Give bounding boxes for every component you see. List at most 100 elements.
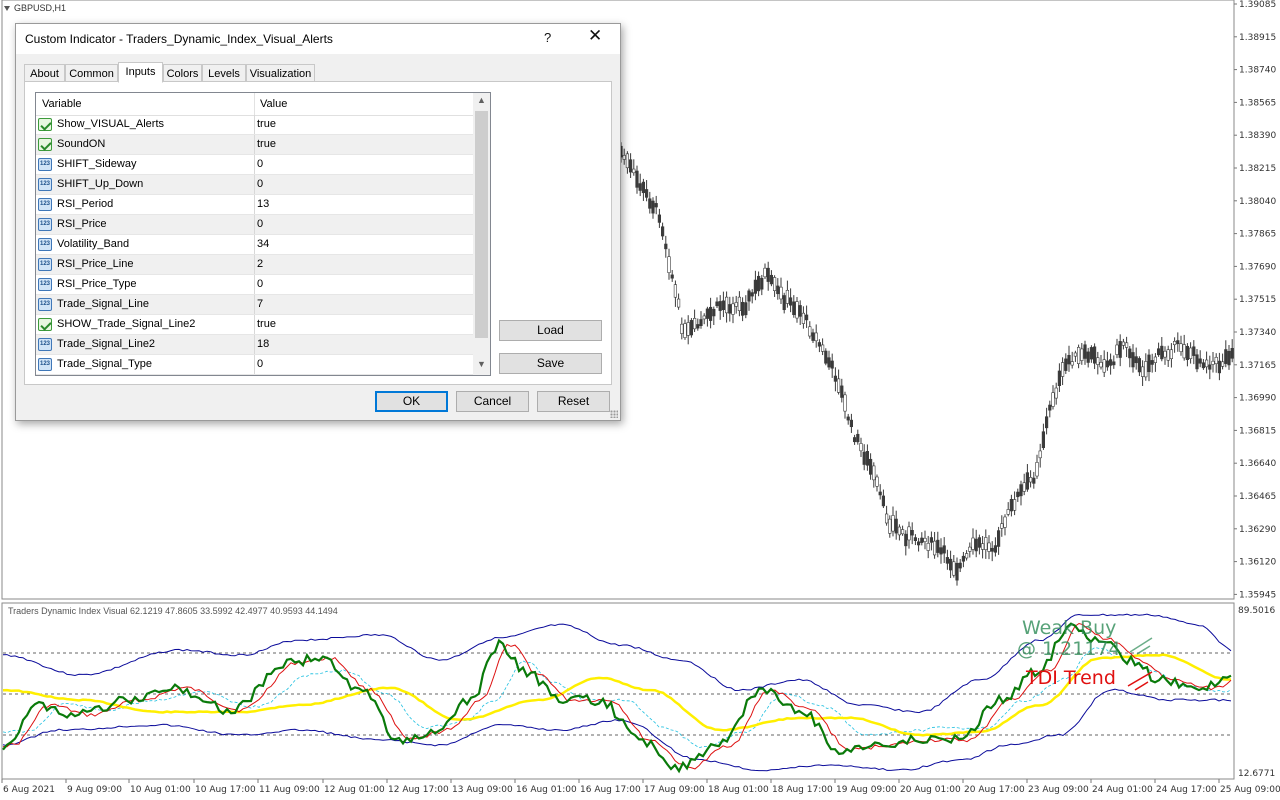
inputs-grid[interactable]: Variable Value Show_VISUAL_Alerts true Sou…	[35, 92, 491, 376]
column-header-variable[interactable]: Variable	[42, 98, 82, 110]
candle-body	[798, 305, 802, 317]
help-button[interactable]: ?	[544, 30, 551, 45]
candle-body	[961, 555, 965, 562]
tab-common[interactable]: Common	[65, 64, 118, 82]
save-button[interactable]: Save	[499, 353, 602, 374]
candle-body	[1006, 509, 1010, 515]
candle-body	[964, 553, 969, 559]
param-value[interactable]: true	[257, 318, 276, 330]
column-divider[interactable]	[254, 93, 255, 115]
candle-body	[955, 562, 959, 581]
price-label: 1.37340	[1239, 328, 1276, 338]
candle-body	[1012, 499, 1017, 511]
grid-header: Variable Value	[36, 93, 473, 116]
candle-body	[638, 183, 642, 191]
candle-body	[1131, 352, 1135, 368]
input-row[interactable]: 123 RSI_Period 13	[36, 195, 473, 215]
tab-about[interactable]: About	[24, 64, 65, 82]
resize-grip-icon[interactable]	[610, 410, 618, 418]
close-icon[interactable]: ✕	[588, 26, 602, 46]
numeric-param-icon: 123	[38, 358, 52, 371]
input-row[interactable]: SHOW_Trade_Signal_Line2 true	[36, 315, 473, 335]
numeric-param-icon: 123	[38, 338, 52, 351]
candle-body	[622, 155, 626, 160]
time-label: 19 Aug 09:00	[836, 785, 897, 795]
candle-body	[1214, 356, 1218, 364]
param-value[interactable]: 34	[257, 238, 269, 250]
param-value[interactable]: 7	[257, 298, 263, 310]
input-row[interactable]: 123 Volatility_Band 34	[36, 235, 473, 255]
candle-body	[977, 537, 981, 548]
candle-body	[1141, 366, 1145, 377]
tab-colors[interactable]: Colors	[163, 64, 202, 82]
param-value[interactable]: 2	[257, 258, 263, 270]
scroll-down-icon[interactable]: ▼	[476, 359, 487, 373]
cancel-button[interactable]: Cancel	[456, 391, 529, 412]
candle-body	[1048, 404, 1052, 411]
candle-body	[1230, 347, 1234, 359]
input-row[interactable]: 123 RSI_Price_Line 2	[36, 255, 473, 275]
dialog-titlebar[interactable]: Custom Indicator - Traders_Dynamic_Index…	[16, 24, 620, 54]
param-name: Trade_Signal_Type	[57, 358, 152, 370]
numeric-param-icon: 123	[38, 218, 52, 231]
load-button[interactable]: Load	[499, 320, 602, 341]
price-label: 1.36990	[1239, 394, 1276, 404]
input-row[interactable]: 123 Trade_Signal_Line 7	[36, 295, 473, 315]
scroll-up-icon[interactable]: ▲	[476, 95, 487, 109]
candle-body	[1182, 344, 1186, 359]
scrollbar-thumb[interactable]	[475, 111, 488, 338]
candle-body	[772, 277, 777, 291]
cell-divider	[254, 315, 255, 335]
cell-divider	[254, 335, 255, 355]
input-row[interactable]: 123 RSI_Price_Type 0	[36, 275, 473, 295]
input-row[interactable]: 123 RSI_Price 0	[36, 215, 473, 235]
param-name: RSI_Price	[57, 218, 107, 230]
candle-body	[1029, 477, 1033, 483]
param-value[interactable]: 0	[257, 158, 263, 170]
input-row[interactable]: 123 Trade_Signal_Type 0	[36, 355, 473, 375]
time-label: 11 Aug 09:00	[259, 785, 320, 795]
candle-body	[1160, 345, 1164, 360]
param-value[interactable]: true	[257, 118, 276, 130]
tab-visualization[interactable]: Visualization	[246, 64, 315, 82]
input-row[interactable]: 123 SHIFT_Sideway 0	[36, 155, 473, 175]
input-row[interactable]: 123 Trade_Signal_Line2 18	[36, 335, 473, 355]
price-label: 1.37515	[1239, 295, 1276, 305]
cell-divider	[254, 255, 255, 275]
input-row[interactable]: 123 SHIFT_Up_Down 0	[36, 175, 473, 195]
candle-body	[929, 537, 933, 543]
column-header-value[interactable]: Value	[260, 98, 287, 110]
signal-price-label: @ 1.21174	[1017, 638, 1121, 660]
candle-body	[843, 394, 847, 412]
param-value[interactable]: 0	[257, 178, 263, 190]
candle-body	[1080, 348, 1084, 361]
candle-body	[776, 285, 780, 295]
param-value[interactable]: true	[257, 138, 276, 150]
candle-body	[788, 297, 793, 306]
candle-body	[910, 530, 914, 536]
time-label: 23 Aug 09:00	[1028, 785, 1089, 795]
candle-body	[836, 378, 841, 393]
candle-body	[1176, 340, 1180, 345]
ok-button[interactable]: OK	[375, 391, 448, 412]
candle-body	[696, 324, 700, 329]
candle-body	[1189, 347, 1193, 359]
param-value[interactable]: 0	[257, 358, 263, 370]
input-row[interactable]: SoundON true	[36, 135, 473, 155]
candle-body	[1115, 344, 1119, 355]
grid-scrollbar[interactable]: ▲ ▼	[473, 93, 490, 375]
reset-button[interactable]: Reset	[537, 391, 610, 412]
param-value[interactable]: 13	[257, 198, 269, 210]
param-value[interactable]: 18	[257, 338, 269, 350]
param-value[interactable]: 0	[257, 278, 263, 290]
param-value[interactable]: 0	[257, 218, 263, 230]
candle-body	[1003, 516, 1007, 528]
param-name: RSI_Period	[57, 198, 114, 210]
tab-levels[interactable]: Levels	[202, 64, 246, 82]
param-name: SoundON	[57, 138, 106, 150]
candle-body	[1109, 359, 1113, 366]
candle-body	[1051, 392, 1055, 407]
input-row[interactable]: Show_VISUAL_Alerts true	[36, 115, 473, 135]
tab-inputs[interactable]: Inputs	[118, 62, 163, 83]
candle-body	[1054, 387, 1058, 399]
